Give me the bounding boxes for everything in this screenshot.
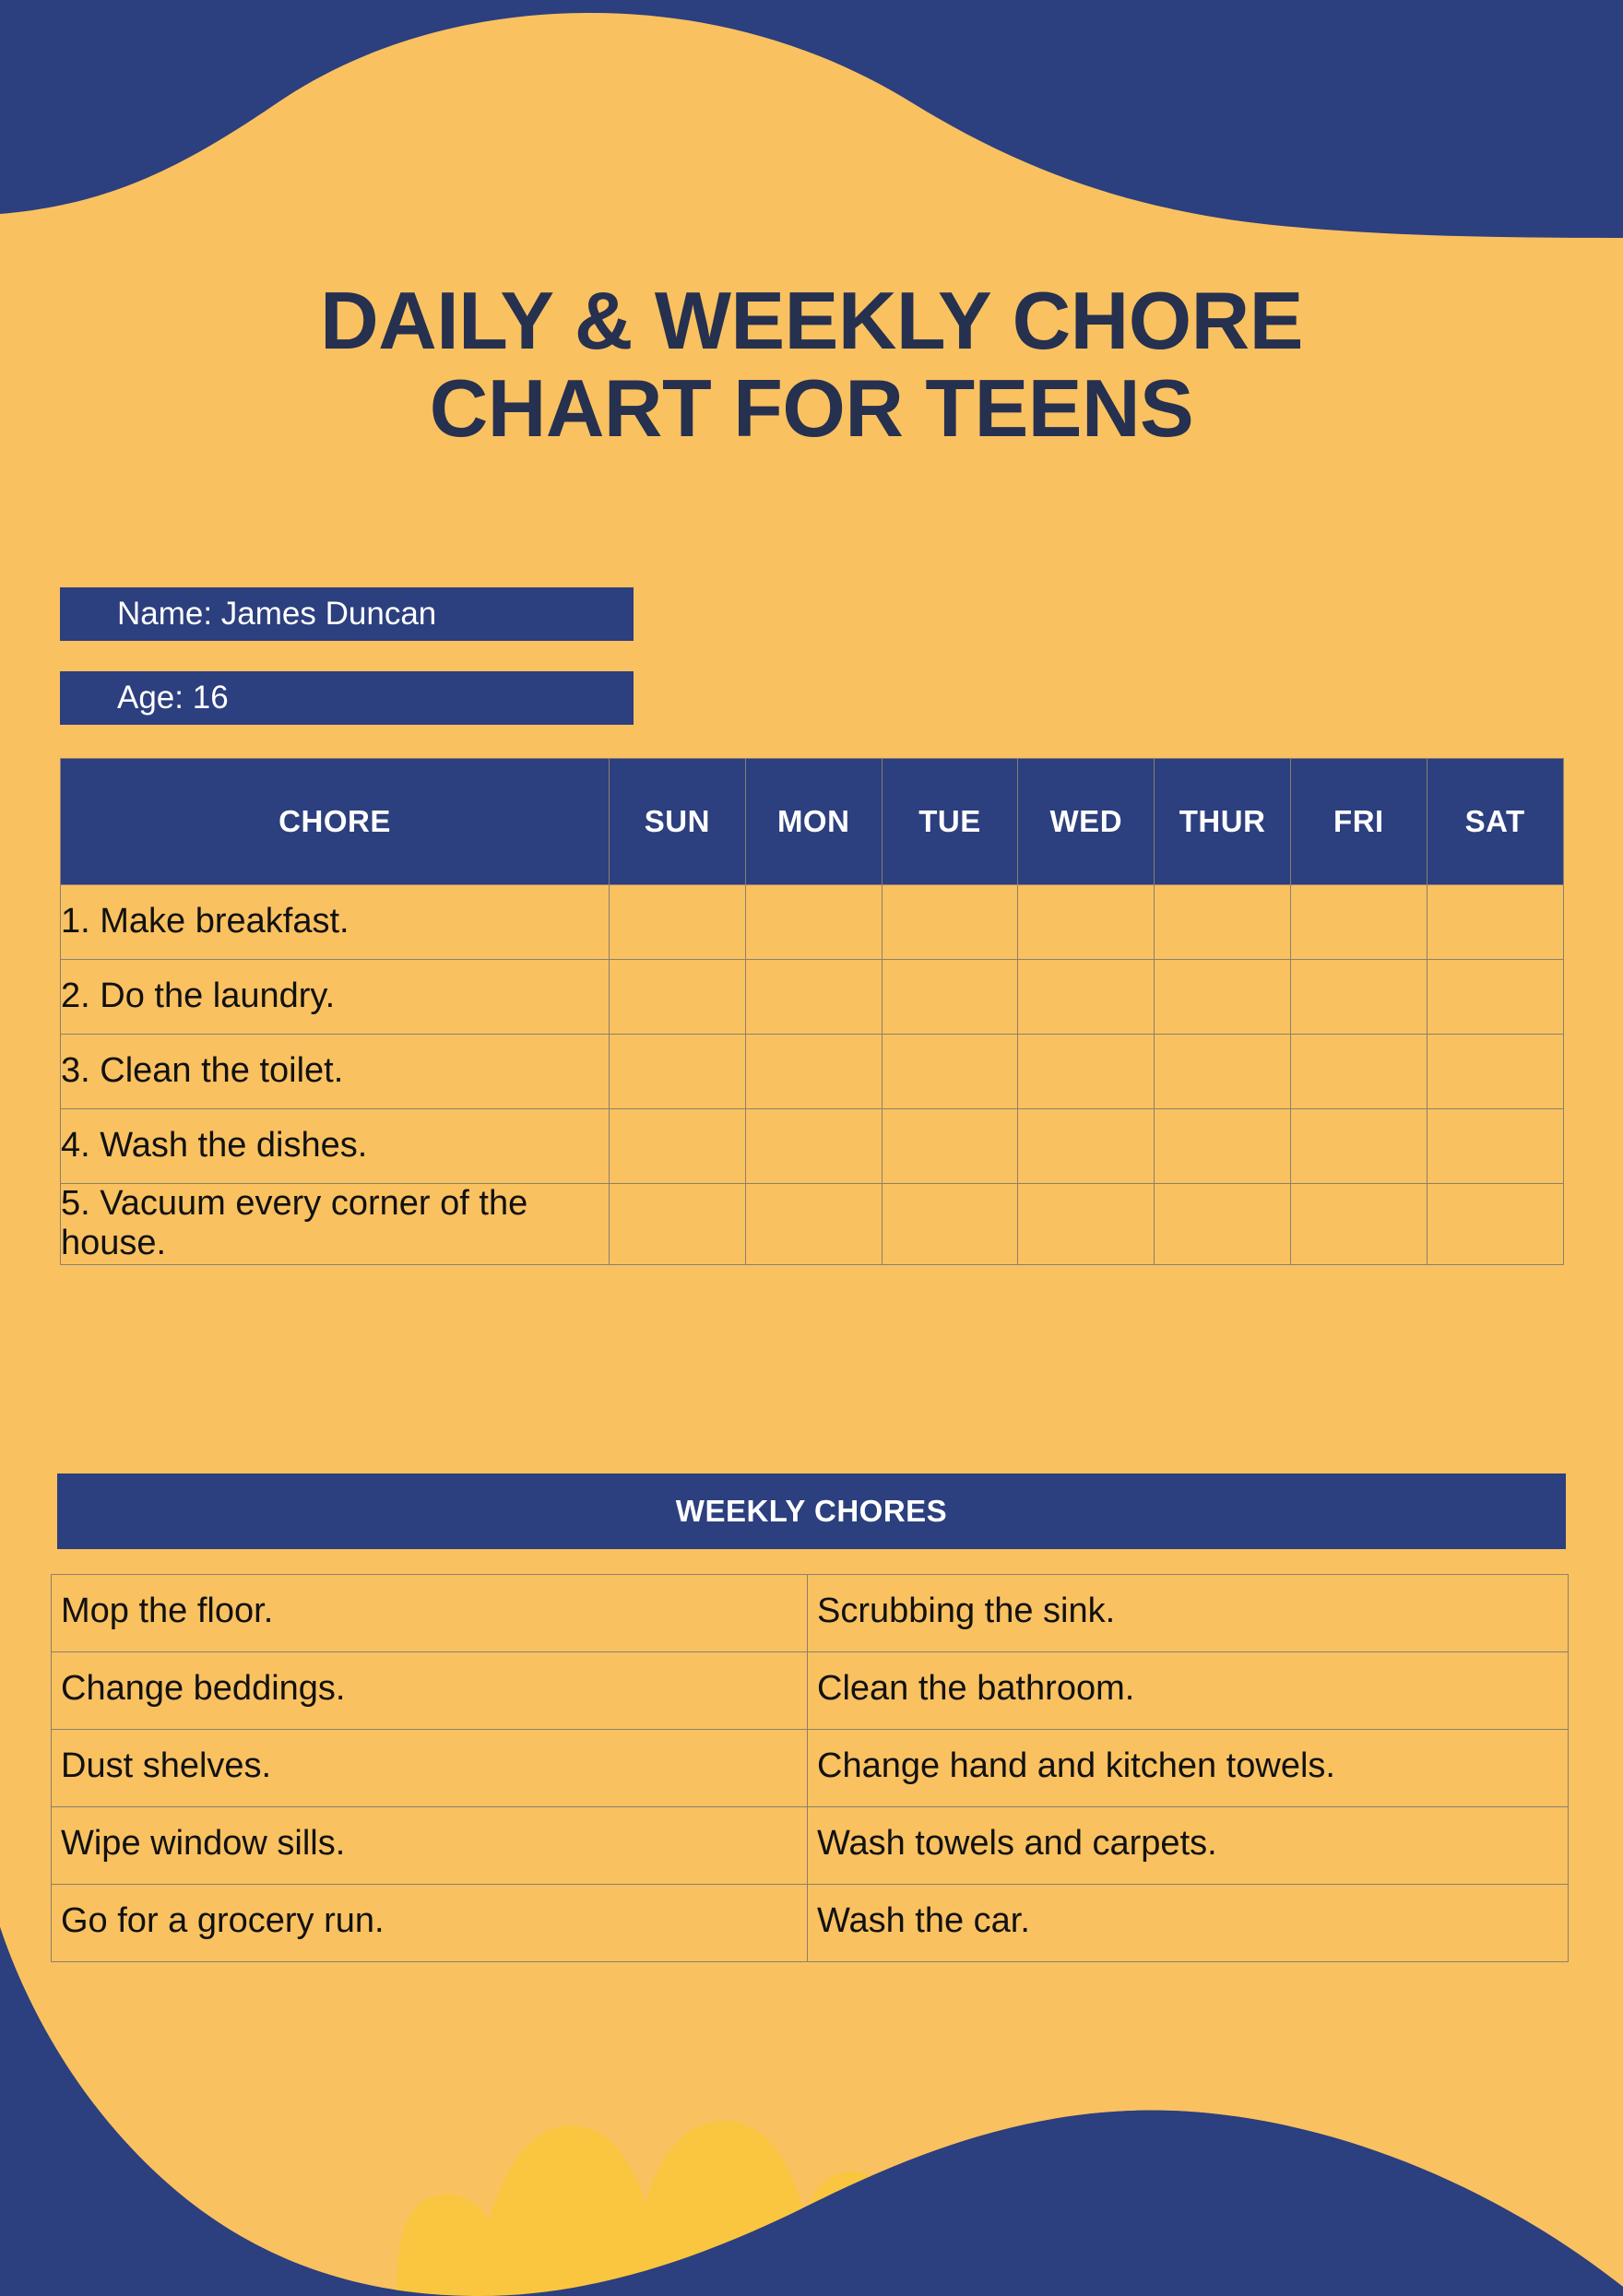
chore-label: 5. Vacuum every corner of the house. <box>60 1183 610 1265</box>
checkbox-cell-fri[interactable] <box>1289 884 1428 960</box>
table-row: Go for a grocery run. Wash the car. <box>51 1884 1569 1962</box>
weekly-chore-left[interactable]: Wipe window sills. <box>51 1806 808 1885</box>
checkbox-cell-wed[interactable] <box>1017 1108 1155 1184</box>
table-row: 3. Clean the toilet. <box>60 1034 1564 1109</box>
column-header-sun: SUN <box>609 758 746 885</box>
chore-label: 2. Do the laundry. <box>60 959 610 1035</box>
checkbox-cell-sat[interactable] <box>1426 1183 1564 1265</box>
checkbox-cell-thur[interactable] <box>1154 1108 1291 1184</box>
checkbox-cell-sat[interactable] <box>1426 959 1564 1035</box>
weekly-chore-right[interactable]: Wash towels and carpets. <box>807 1806 1569 1885</box>
weekly-chore-left[interactable]: Change beddings. <box>51 1651 808 1730</box>
checkbox-cell-sun[interactable] <box>609 959 746 1035</box>
age-field[interactable]: Age: 16 <box>60 671 634 725</box>
checkbox-cell-tue[interactable] <box>881 1183 1019 1265</box>
name-field-value: Name: James Duncan <box>117 596 437 632</box>
checkbox-cell-tue[interactable] <box>881 1034 1019 1109</box>
table-row: Change beddings. Clean the bathroom. <box>51 1651 1569 1730</box>
weekly-chore-left[interactable]: Dust shelves. <box>51 1729 808 1807</box>
checkbox-cell-mon[interactable] <box>744 884 883 960</box>
weekly-chore-right[interactable]: Clean the bathroom. <box>807 1651 1569 1730</box>
column-header-thur: THUR <box>1154 758 1291 885</box>
table-row: 4. Wash the dishes. <box>60 1108 1564 1184</box>
column-header-tue: TUE <box>881 758 1019 885</box>
column-header-wed: WED <box>1017 758 1155 885</box>
table-row: 1. Make breakfast. <box>60 884 1564 960</box>
weekly-chores-banner-label: WEEKLY CHORES <box>675 1494 948 1528</box>
checkbox-cell-mon[interactable] <box>744 1183 883 1265</box>
table-row: Wipe window sills. Wash towels and carpe… <box>51 1806 1569 1885</box>
checkbox-cell-thur[interactable] <box>1154 1034 1291 1109</box>
column-header-chore: CHORE <box>60 758 610 885</box>
column-header-fri: FRI <box>1289 758 1428 885</box>
checkbox-cell-sat[interactable] <box>1426 1108 1564 1184</box>
table-row: 2. Do the laundry. <box>60 959 1564 1035</box>
checkbox-cell-mon[interactable] <box>744 959 883 1035</box>
checkbox-cell-thur[interactable] <box>1154 884 1291 960</box>
checkbox-cell-fri[interactable] <box>1289 959 1428 1035</box>
top-wave-decoration <box>0 0 1623 240</box>
page-title: DAILY & WEEKLY CHORE CHART FOR TEENS <box>0 277 1623 452</box>
table-row: Mop the floor. Scrubbing the sink. <box>51 1574 1569 1652</box>
weekly-chores-banner: WEEKLY CHORES <box>57 1473 1566 1549</box>
daily-table-header-row: CHORE SUN MON TUE WED THUR FRI SAT <box>60 758 1564 885</box>
checkbox-cell-wed[interactable] <box>1017 959 1155 1035</box>
weekly-chore-right[interactable]: Scrubbing the sink. <box>807 1574 1569 1652</box>
checkbox-cell-tue[interactable] <box>881 884 1019 960</box>
checkbox-cell-thur[interactable] <box>1154 1183 1291 1265</box>
chore-label: 1. Make breakfast. <box>60 884 610 960</box>
checkbox-cell-thur[interactable] <box>1154 959 1291 1035</box>
checkbox-cell-wed[interactable] <box>1017 884 1155 960</box>
checkbox-cell-sat[interactable] <box>1426 1034 1564 1109</box>
checkbox-cell-sun[interactable] <box>609 884 746 960</box>
page-title-line-2: CHART FOR TEENS <box>429 362 1194 455</box>
daily-chore-table: CHORE SUN MON TUE WED THUR FRI SAT 1. Ma… <box>60 758 1564 1265</box>
weekly-chore-right[interactable]: Change hand and kitchen towels. <box>807 1729 1569 1807</box>
page-title-line-1: DAILY & WEEKLY CHORE <box>320 275 1303 366</box>
checkbox-cell-fri[interactable] <box>1289 1034 1428 1109</box>
checkbox-cell-fri[interactable] <box>1289 1108 1428 1184</box>
weekly-chore-left[interactable]: Go for a grocery run. <box>51 1884 808 1962</box>
checkbox-cell-tue[interactable] <box>881 1108 1019 1184</box>
checkbox-cell-fri[interactable] <box>1289 1183 1428 1265</box>
checkbox-cell-sat[interactable] <box>1426 884 1564 960</box>
checkbox-cell-sun[interactable] <box>609 1183 746 1265</box>
chore-label: 4. Wash the dishes. <box>60 1108 610 1184</box>
checkbox-cell-tue[interactable] <box>881 959 1019 1035</box>
chore-chart-page: DAILY & WEEKLY CHORE CHART FOR TEENS Nam… <box>0 0 1623 2296</box>
table-row: 5. Vacuum every corner of the house. <box>60 1183 1564 1265</box>
checkbox-cell-mon[interactable] <box>744 1034 883 1109</box>
column-header-sat: SAT <box>1426 758 1564 885</box>
weekly-chore-left[interactable]: Mop the floor. <box>51 1574 808 1652</box>
chore-label: 3. Clean the toilet. <box>60 1034 610 1109</box>
checkbox-cell-sun[interactable] <box>609 1034 746 1109</box>
checkbox-cell-wed[interactable] <box>1017 1183 1155 1265</box>
bottom-wave-decoration <box>0 1927 1623 2296</box>
checkbox-cell-sun[interactable] <box>609 1108 746 1184</box>
checkbox-cell-wed[interactable] <box>1017 1034 1155 1109</box>
checkbox-cell-mon[interactable] <box>744 1108 883 1184</box>
table-row: Dust shelves. Change hand and kitchen to… <box>51 1729 1569 1807</box>
weekly-chore-table: Mop the floor. Scrubbing the sink. Chang… <box>51 1574 1569 1962</box>
name-field[interactable]: Name: James Duncan <box>60 587 634 641</box>
age-field-value: Age: 16 <box>117 680 229 716</box>
weekly-chore-right[interactable]: Wash the car. <box>807 1884 1569 1962</box>
column-header-mon: MON <box>744 758 883 885</box>
